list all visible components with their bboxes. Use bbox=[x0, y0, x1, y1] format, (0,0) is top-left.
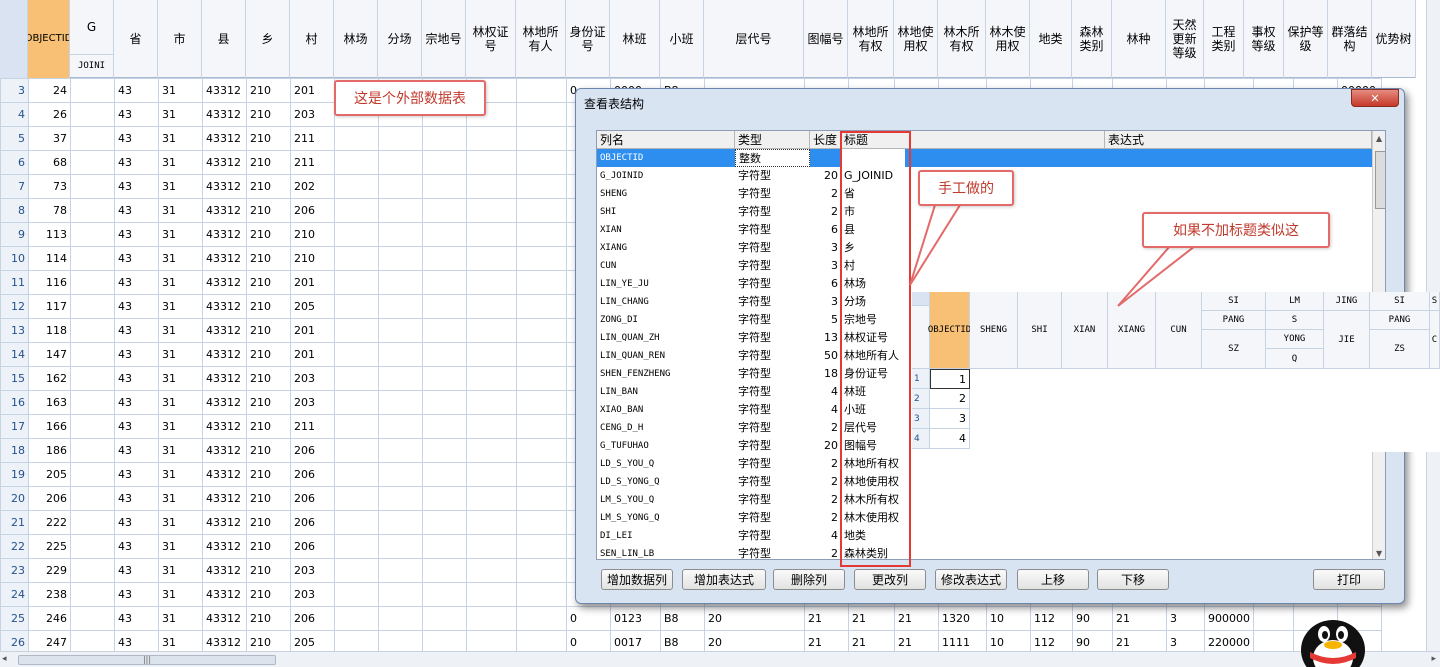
callout-manual-text: 手工做的 bbox=[938, 181, 994, 197]
callout-arrows bbox=[909, 204, 1198, 307]
callout-no-caption: 如果不加标题类似这 bbox=[1142, 212, 1330, 248]
callout-no-caption-text: 如果不加标题类似这 bbox=[1173, 223, 1299, 239]
app-window: { "grid": { "columns": ["OBJECTID","G","… bbox=[0, 0, 1440, 667]
callout-manual: 手工做的 bbox=[918, 170, 1014, 206]
arrow-manual bbox=[909, 204, 962, 286]
qq-penguin-icon bbox=[1301, 620, 1365, 667]
arrow-no-caption bbox=[1117, 245, 1198, 307]
